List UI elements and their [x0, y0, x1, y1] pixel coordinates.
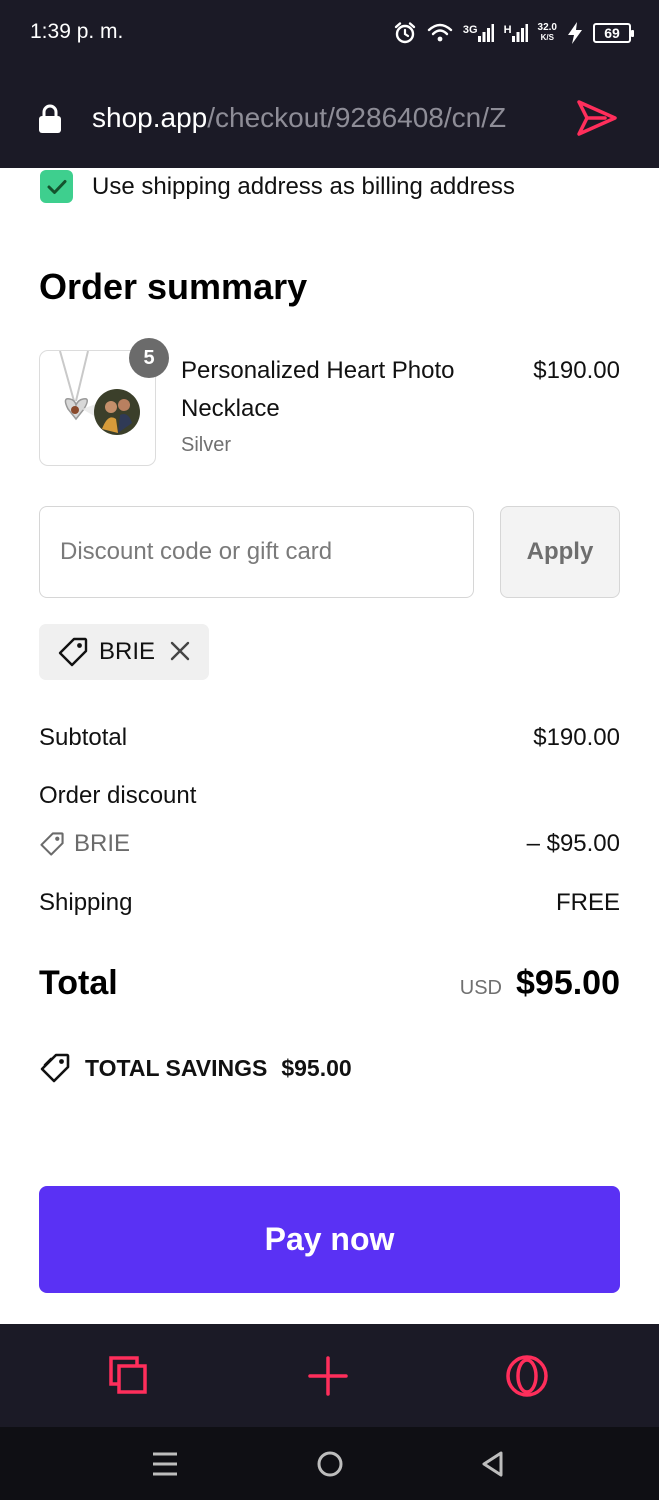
tag-icon [40, 832, 64, 856]
status-bar: 1:39 p. m. 3G H 32.0 K/S 69 [0, 0, 659, 68]
status-icons: 3G H 32.0 K/S 69 [393, 18, 634, 48]
total-value: USD $95.00 [460, 964, 620, 1003]
signal-h-indicator: H [504, 24, 528, 42]
home-icon[interactable] [315, 1449, 345, 1479]
subtotal-label: Subtotal [39, 724, 128, 751]
url-path: /checkout/9286408/cn/Z [207, 102, 507, 133]
network-3g-label: 3G [462, 24, 478, 36]
apply-button[interactable]: Apply [500, 506, 620, 598]
discount-code-input[interactable] [39, 506, 474, 598]
battery-indicator: 69 [593, 23, 634, 43]
applied-discount-code: BRIE [99, 638, 156, 665]
total-savings-amount: $95.00 [281, 1054, 352, 1081]
url-field[interactable]: shop.app/checkout/9286408/cn/Z [92, 102, 552, 138]
order-discount-code-row: BRIE [39, 830, 130, 858]
status-time: 1:39 p. m. [30, 20, 124, 43]
total-savings-row: TOTAL SAVINGS $95.00 [39, 1052, 352, 1084]
opera-menu-icon[interactable] [505, 1354, 549, 1398]
wifi-icon [427, 23, 453, 42]
battery-level: 69 [604, 25, 620, 41]
alarm-icon [394, 22, 416, 44]
billing-address-checkbox-row[interactable]: Use shipping address as billing address [40, 170, 515, 203]
total-label: Total [39, 964, 118, 1002]
order-discount-value: – $95.00 [526, 830, 620, 857]
savings-tag-icon [40, 1053, 70, 1083]
network-speed-value: 32.0 [537, 22, 557, 33]
browser-bottom-bar [0, 1324, 659, 1427]
checkout-content: Use shipping address as billing address … [0, 168, 659, 1324]
tabs-icon[interactable] [107, 1354, 151, 1398]
product-variant: Silver [181, 434, 232, 456]
pay-now-button[interactable]: Pay now [39, 1186, 620, 1293]
billing-checkbox[interactable] [40, 170, 73, 203]
billing-checkbox-label: Use shipping address as billing address [92, 172, 515, 200]
browser-address-bar: shop.app/checkout/9286408/cn/Z [0, 68, 659, 168]
order-discount-label: Order discount [39, 782, 197, 809]
shipping-label: Shipping [39, 889, 133, 916]
total-currency: USD [459, 977, 502, 999]
lock-icon [39, 104, 61, 133]
quantity-badge: 5 [129, 338, 169, 378]
remove-discount-close-icon[interactable] [169, 640, 191, 662]
order-summary-title: Order summary [39, 266, 308, 307]
applied-discount-chip: BRIE [39, 624, 209, 680]
subtotal-value: $190.00 [533, 724, 620, 751]
signal-3g-indicator: 3G [463, 24, 494, 42]
product-price: $190.00 [533, 357, 620, 384]
order-discount-code: BRIE [74, 830, 131, 857]
network-speed: 32.0 K/S [538, 23, 557, 43]
checkmark-icon [47, 179, 66, 194]
url-domain: shop.app [92, 102, 208, 133]
new-tab-plus-icon[interactable] [306, 1354, 350, 1398]
shipping-value: FREE [555, 889, 620, 916]
tag-icon [58, 637, 88, 667]
signal-bars-icon [477, 24, 494, 42]
recents-menu-icon[interactable] [150, 1449, 180, 1479]
system-navigation-bar [0, 1427, 659, 1500]
signal-bars-icon [511, 24, 528, 42]
send-icon[interactable] [575, 98, 619, 138]
total-savings-label: TOTAL SAVINGS [85, 1054, 268, 1081]
network-h-label: H [503, 24, 512, 36]
network-speed-unit: K/S [540, 33, 554, 42]
total-amount: $95.00 [516, 964, 620, 1002]
charging-icon [568, 22, 582, 44]
back-icon[interactable] [478, 1449, 508, 1479]
product-name: Personalized Heart Photo Necklace [181, 357, 455, 422]
